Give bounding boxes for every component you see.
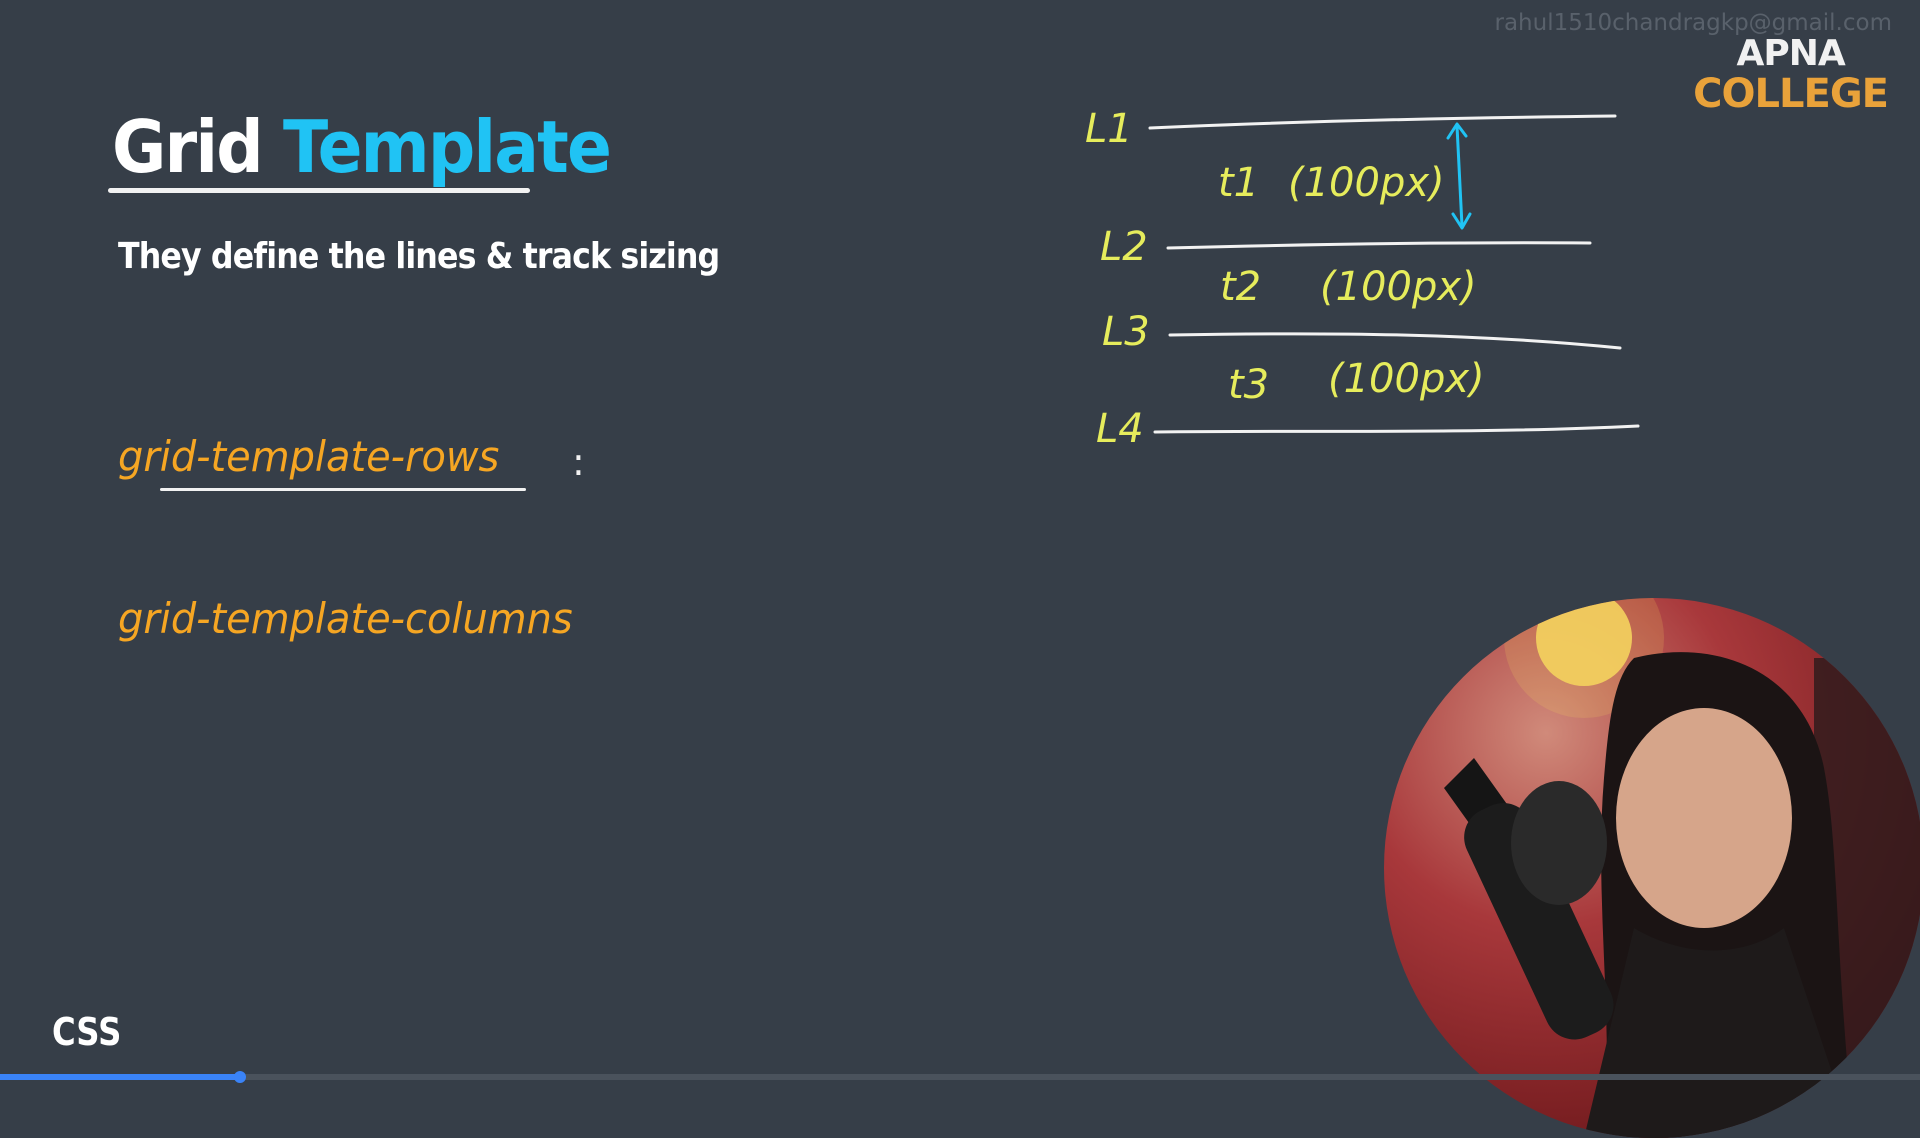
grid-line-3 bbox=[1168, 332, 1622, 350]
grid-lines-sketch: L1 L2 L3 L4 t1 (100px) t2 (100px) t3 (10… bbox=[1085, 106, 1640, 452]
apna-college-logo: APNA COLLEGE bbox=[1693, 33, 1889, 117]
title-word-grid: Grid bbox=[112, 105, 264, 189]
track-size-t3: (100px) bbox=[1328, 356, 1485, 402]
grid-line-1 bbox=[1148, 114, 1617, 130]
course-label-css: CSS bbox=[52, 1010, 122, 1054]
track-size-arrow-icon bbox=[1455, 124, 1464, 228]
track-name-t2: t2 bbox=[1220, 264, 1261, 310]
track-name-t3: t3 bbox=[1228, 362, 1269, 408]
track-name-t1: t1 bbox=[1218, 160, 1259, 206]
grid-line-4 bbox=[1153, 424, 1640, 434]
track-size-t1: (100px) bbox=[1288, 160, 1445, 206]
mic-foam bbox=[1511, 781, 1607, 905]
track-size-t2: (100px) bbox=[1320, 264, 1477, 310]
title-underline bbox=[108, 188, 530, 193]
video-scrubber-handle[interactable] bbox=[234, 1071, 246, 1083]
line-label-l1: L1 bbox=[1085, 106, 1133, 152]
property-grid-template-columns: grid-template-columns bbox=[118, 594, 573, 643]
presenter-illustration bbox=[1444, 598, 1920, 1138]
logo-line-1: APNA bbox=[1736, 33, 1845, 74]
logo-line-2: COLLEGE bbox=[1693, 71, 1889, 117]
property-grid-template-rows: grid-template-rows bbox=[118, 432, 500, 481]
line-label-l4: L4 bbox=[1096, 406, 1144, 452]
slide-subtitle: They define the lines & track sizing bbox=[118, 236, 720, 277]
video-progress-fill bbox=[0, 1074, 240, 1080]
slide-title: Grid Template bbox=[112, 105, 612, 189]
line-label-l3: L3 bbox=[1102, 309, 1150, 355]
title-word-template: Template bbox=[283, 105, 612, 189]
grid-line-2 bbox=[1166, 241, 1592, 250]
line-label-l2: L2 bbox=[1100, 224, 1148, 270]
rows-annotation-underline bbox=[160, 488, 526, 491]
presenter-webcam bbox=[1384, 598, 1920, 1138]
video-progress-bar[interactable] bbox=[0, 1071, 1920, 1083]
annotation-colon: : bbox=[572, 440, 585, 484]
presenter-face bbox=[1616, 708, 1792, 928]
